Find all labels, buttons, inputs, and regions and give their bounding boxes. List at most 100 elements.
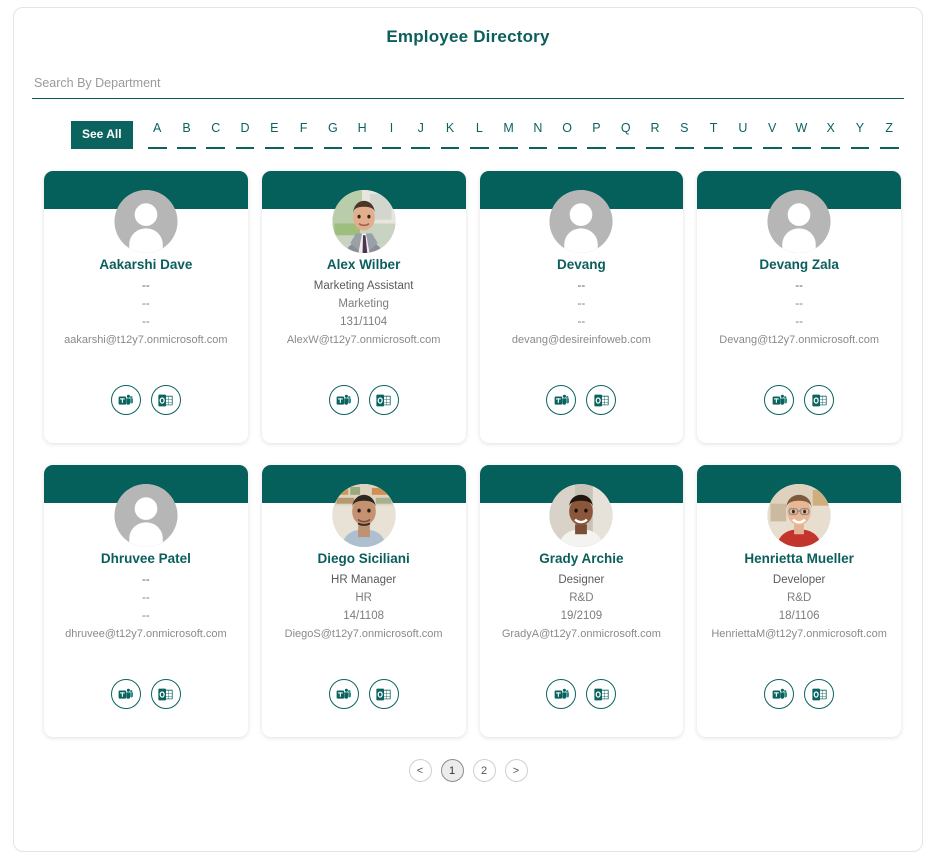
filter-letter-m[interactable]: M bbox=[494, 121, 523, 149]
pagination-prev-button[interactable]: < bbox=[408, 759, 432, 782]
microsoft-teams-icon bbox=[118, 393, 134, 408]
filter-letter-u[interactable]: U bbox=[728, 121, 757, 149]
filter-letter-label: U bbox=[738, 121, 748, 135]
microsoft-teams-icon bbox=[336, 687, 352, 702]
microsoft-teams-icon bbox=[336, 393, 352, 408]
employee-card-grid: Aakarshi Dave -- -- -- aakarshi@t12y7.onmicr… bbox=[44, 171, 901, 737]
page-title: Employee Directory bbox=[386, 27, 550, 46]
employee-job-title: Marketing Assistant bbox=[313, 280, 414, 292]
filter-letter-label: N bbox=[533, 121, 543, 135]
employee-card[interactable]: Aakarshi Dave -- -- -- aakarshi@t12y7.onmicr… bbox=[44, 171, 248, 443]
filter-letter-label: P bbox=[592, 121, 601, 135]
employee-card[interactable]: Grady Archie Designer R&D 19/2109 GradyA@t12… bbox=[479, 465, 684, 737]
filter-letter-v[interactable]: V bbox=[757, 121, 786, 149]
filter-letter-s[interactable]: S bbox=[670, 121, 699, 149]
filter-letter-underline bbox=[733, 147, 753, 149]
filter-letter-c[interactable]: C bbox=[201, 121, 230, 149]
filter-letter-g[interactable]: G bbox=[318, 121, 347, 149]
filter-letter-y[interactable]: Y bbox=[845, 121, 874, 149]
filter-letter-d[interactable]: D bbox=[230, 121, 259, 149]
teams-chat-button[interactable] bbox=[328, 679, 359, 709]
filter-letter-z[interactable]: Z bbox=[875, 121, 904, 149]
filter-letter-k[interactable]: K bbox=[435, 121, 464, 149]
filter-letter-i[interactable]: I bbox=[377, 121, 406, 149]
filter-letter-underline bbox=[235, 147, 255, 149]
filter-letter-l[interactable]: L bbox=[465, 121, 494, 149]
microsoft-outlook-icon bbox=[376, 393, 391, 408]
outlook-email-button[interactable] bbox=[586, 679, 617, 709]
filter-letter-underline bbox=[616, 147, 636, 149]
employee-email[interactable]: GradyA@t12y7.onmicrosoft.com bbox=[480, 625, 684, 643]
employee-email[interactable]: HenriettaM@t12y7.onmicrosoft.com bbox=[697, 625, 901, 643]
filter-letter-f[interactable]: F bbox=[289, 121, 318, 149]
employee-card[interactable]: Devang -- -- -- devang@desireinfoweb.com bbox=[479, 171, 684, 443]
teams-chat-button[interactable] bbox=[764, 385, 795, 415]
pagination-next-button[interactable]: > bbox=[504, 759, 528, 782]
employee-email[interactable]: Devang@t12y7.onmicrosoft.com bbox=[697, 331, 901, 349]
filter-letter-q[interactable]: Q bbox=[611, 121, 640, 149]
outlook-email-button[interactable] bbox=[804, 679, 835, 709]
filter-letter-o[interactable]: O bbox=[553, 121, 582, 149]
filter-letter-x[interactable]: X bbox=[816, 121, 845, 149]
teams-chat-button[interactable] bbox=[546, 679, 577, 709]
filter-letter-p[interactable]: P bbox=[582, 121, 611, 149]
employee-office: -- bbox=[577, 316, 586, 328]
outlook-email-button[interactable] bbox=[586, 385, 617, 415]
employee-directory-app: Employee Directory See All A B C D E F G H I J K L M… bbox=[13, 7, 923, 852]
teams-chat-button[interactable] bbox=[110, 679, 141, 709]
employee-card[interactable]: Diego Siciliani HR Manager HR 14/1108 DiegoS… bbox=[261, 465, 466, 737]
filter-letter-w[interactable]: W bbox=[787, 121, 816, 149]
filter-letter-label: B bbox=[182, 121, 191, 135]
filter-letter-j[interactable]: J bbox=[406, 121, 435, 149]
alphabet-letter-list: A B C D E F G H I J K L M N O P Q R S T U V W X Y Z bbox=[143, 121, 904, 149]
outlook-email-button[interactable] bbox=[804, 385, 835, 415]
filter-letter-h[interactable]: H bbox=[348, 121, 377, 149]
filter-letter-label: V bbox=[767, 121, 777, 135]
pagination-page-2[interactable]: 2 bbox=[472, 759, 496, 782]
teams-chat-button[interactable] bbox=[110, 385, 141, 415]
filter-letter-underline bbox=[587, 147, 606, 149]
filter-see-all-button[interactable]: See All bbox=[71, 121, 133, 149]
microsoft-teams-icon bbox=[554, 687, 569, 702]
employee-card[interactable]: Alex Wilber Marketing Assistant Marketing 1… bbox=[261, 171, 466, 443]
pagination-page-1[interactable]: 1 bbox=[440, 759, 464, 782]
filter-letter-a[interactable]: A bbox=[143, 121, 172, 149]
teams-chat-button[interactable] bbox=[546, 385, 577, 415]
filter-letter-n[interactable]: N bbox=[523, 121, 552, 149]
employee-card-actions bbox=[44, 385, 248, 415]
employee-email[interactable]: AlexW@t12y7.onmicrosoft.com bbox=[262, 331, 466, 349]
microsoft-outlook-icon bbox=[594, 687, 609, 702]
avatar bbox=[332, 484, 396, 547]
filter-letter-t[interactable]: T bbox=[699, 121, 728, 149]
filter-letter-r[interactable]: R bbox=[640, 121, 669, 149]
filter-letter-underline bbox=[469, 147, 489, 149]
teams-chat-button[interactable] bbox=[764, 679, 795, 709]
avatar bbox=[767, 484, 831, 547]
outlook-email-button[interactable] bbox=[368, 679, 399, 709]
employee-card-actions bbox=[697, 385, 901, 415]
employee-email[interactable]: aakarshi@t12y7.onmicrosoft.com bbox=[44, 331, 248, 349]
outlook-email-button[interactable] bbox=[150, 679, 181, 709]
avatar bbox=[549, 190, 613, 253]
outlook-email-button[interactable] bbox=[368, 385, 399, 415]
employee-card[interactable]: Henrietta Mueller Developer R&D 18/1106 Henr… bbox=[697, 465, 901, 737]
search-input[interactable] bbox=[32, 73, 904, 95]
employee-card-actions bbox=[44, 679, 248, 709]
outlook-email-button[interactable] bbox=[150, 385, 181, 415]
employee-office: -- bbox=[795, 316, 803, 328]
filter-letter-b[interactable]: B bbox=[172, 121, 201, 149]
filter-letter-underline bbox=[206, 147, 226, 149]
employee-card[interactable]: Dhruvee Patel -- -- -- dhruvee@t12y7.onmicro… bbox=[44, 465, 248, 737]
employee-email[interactable]: DiegoS@t12y7.onmicrosoft.com bbox=[262, 625, 466, 643]
employee-email[interactable]: devang@desireinfoweb.com bbox=[480, 331, 684, 349]
teams-chat-button[interactable] bbox=[328, 385, 359, 415]
employee-card-actions bbox=[262, 385, 466, 415]
filter-letter-e[interactable]: E bbox=[260, 121, 289, 149]
filter-letter-label: D bbox=[240, 121, 250, 135]
filter-letter-underline bbox=[411, 147, 431, 149]
filter-letter-label: L bbox=[475, 121, 483, 135]
employee-email[interactable]: dhruvee@t12y7.onmicrosoft.com bbox=[44, 625, 248, 643]
employee-card[interactable]: Devang Zala -- -- -- Devang@t12y7.onmicrosof… bbox=[697, 171, 901, 443]
filter-letter-underline bbox=[177, 147, 196, 149]
employee-name: Aakarshi Dave bbox=[99, 257, 193, 272]
